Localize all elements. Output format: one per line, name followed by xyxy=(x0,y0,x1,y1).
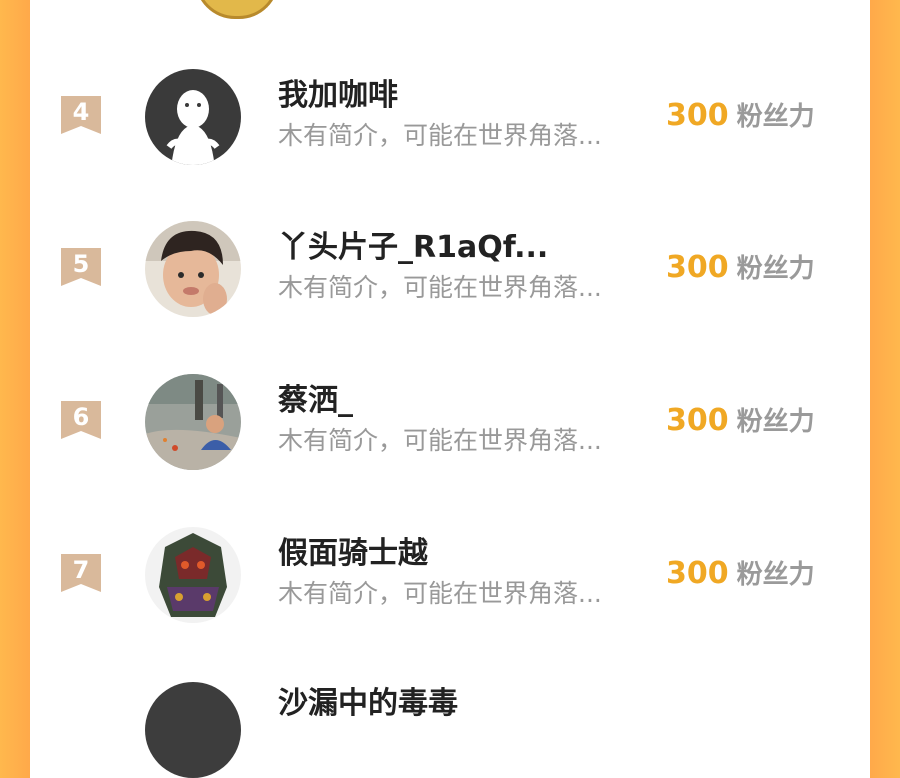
score-unit: 粉丝力 xyxy=(736,407,815,437)
user-name[interactable]: 我加咖啡 xyxy=(278,76,658,116)
rank-number: 7 xyxy=(72,556,90,584)
rank-number: 5 xyxy=(72,250,90,278)
avatar[interactable] xyxy=(145,221,241,317)
rank-ribbon-icon: 4 xyxy=(59,94,103,138)
avatar[interactable] xyxy=(145,374,241,470)
rank-ribbon-icon: 5 xyxy=(59,246,103,290)
user-name[interactable]: 蔡洒_ xyxy=(278,381,658,421)
ranking-row[interactable]: 5 丫头片子_R1aQf... 木有简介，可能在世界角落... 300 粉丝力 xyxy=(30,218,870,348)
fan-power-score: 300 粉丝力 xyxy=(666,554,815,598)
user-name[interactable]: 假面骑士越 xyxy=(278,534,658,574)
user-name[interactable]: 沙漏中的毒毒 xyxy=(278,684,458,724)
ranking-row[interactable]: 7 假面骑士越 木有简介，可能在世界角落... 300 粉丝力 xyxy=(30,524,870,654)
fan-power-score: 300 粉丝力 xyxy=(666,401,815,445)
user-bio: 木有简介，可能在世界角落... xyxy=(278,273,602,302)
user-bio: 木有简介，可能在世界角落... xyxy=(278,121,602,150)
avatar[interactable] xyxy=(145,69,241,165)
score-unit: 粉丝力 xyxy=(736,102,815,132)
ranking-row[interactable]: 6 蔡洒_ 木有简介，可能在世界角落... 300 粉丝力 xyxy=(30,371,870,501)
user-bio: 木有简介，可能在世界角落... xyxy=(278,579,602,608)
rank-ribbon-icon: 6 xyxy=(59,399,103,443)
rank-number: 6 xyxy=(72,403,90,431)
previous-rank-badge-partial xyxy=(195,0,279,19)
ranking-card: 4 我加咖啡 木有简介，可能在世界角落... 300 粉丝力 5 丫头片子_R1… xyxy=(30,0,870,778)
ranking-row[interactable]: 4 我加咖啡 木有简介，可能在世界角落... 300 粉丝力 xyxy=(30,66,870,196)
user-bio: 木有简介，可能在世界角落... xyxy=(278,426,602,455)
fan-power-score: 300 粉丝力 xyxy=(666,96,815,140)
score-value: 300 xyxy=(666,98,729,133)
score-value: 300 xyxy=(666,556,729,591)
score-value: 300 xyxy=(666,250,729,285)
score-unit: 粉丝力 xyxy=(736,254,815,284)
score-value: 300 xyxy=(666,403,729,438)
rank-number: 4 xyxy=(72,98,90,126)
rank-ribbon-icon: 7 xyxy=(59,552,103,596)
avatar[interactable] xyxy=(145,527,241,623)
user-name[interactable]: 丫头片子_R1aQf... xyxy=(278,228,658,268)
avatar[interactable] xyxy=(145,682,241,778)
score-unit: 粉丝力 xyxy=(736,560,815,590)
fan-power-score: 300 粉丝力 xyxy=(666,248,815,292)
